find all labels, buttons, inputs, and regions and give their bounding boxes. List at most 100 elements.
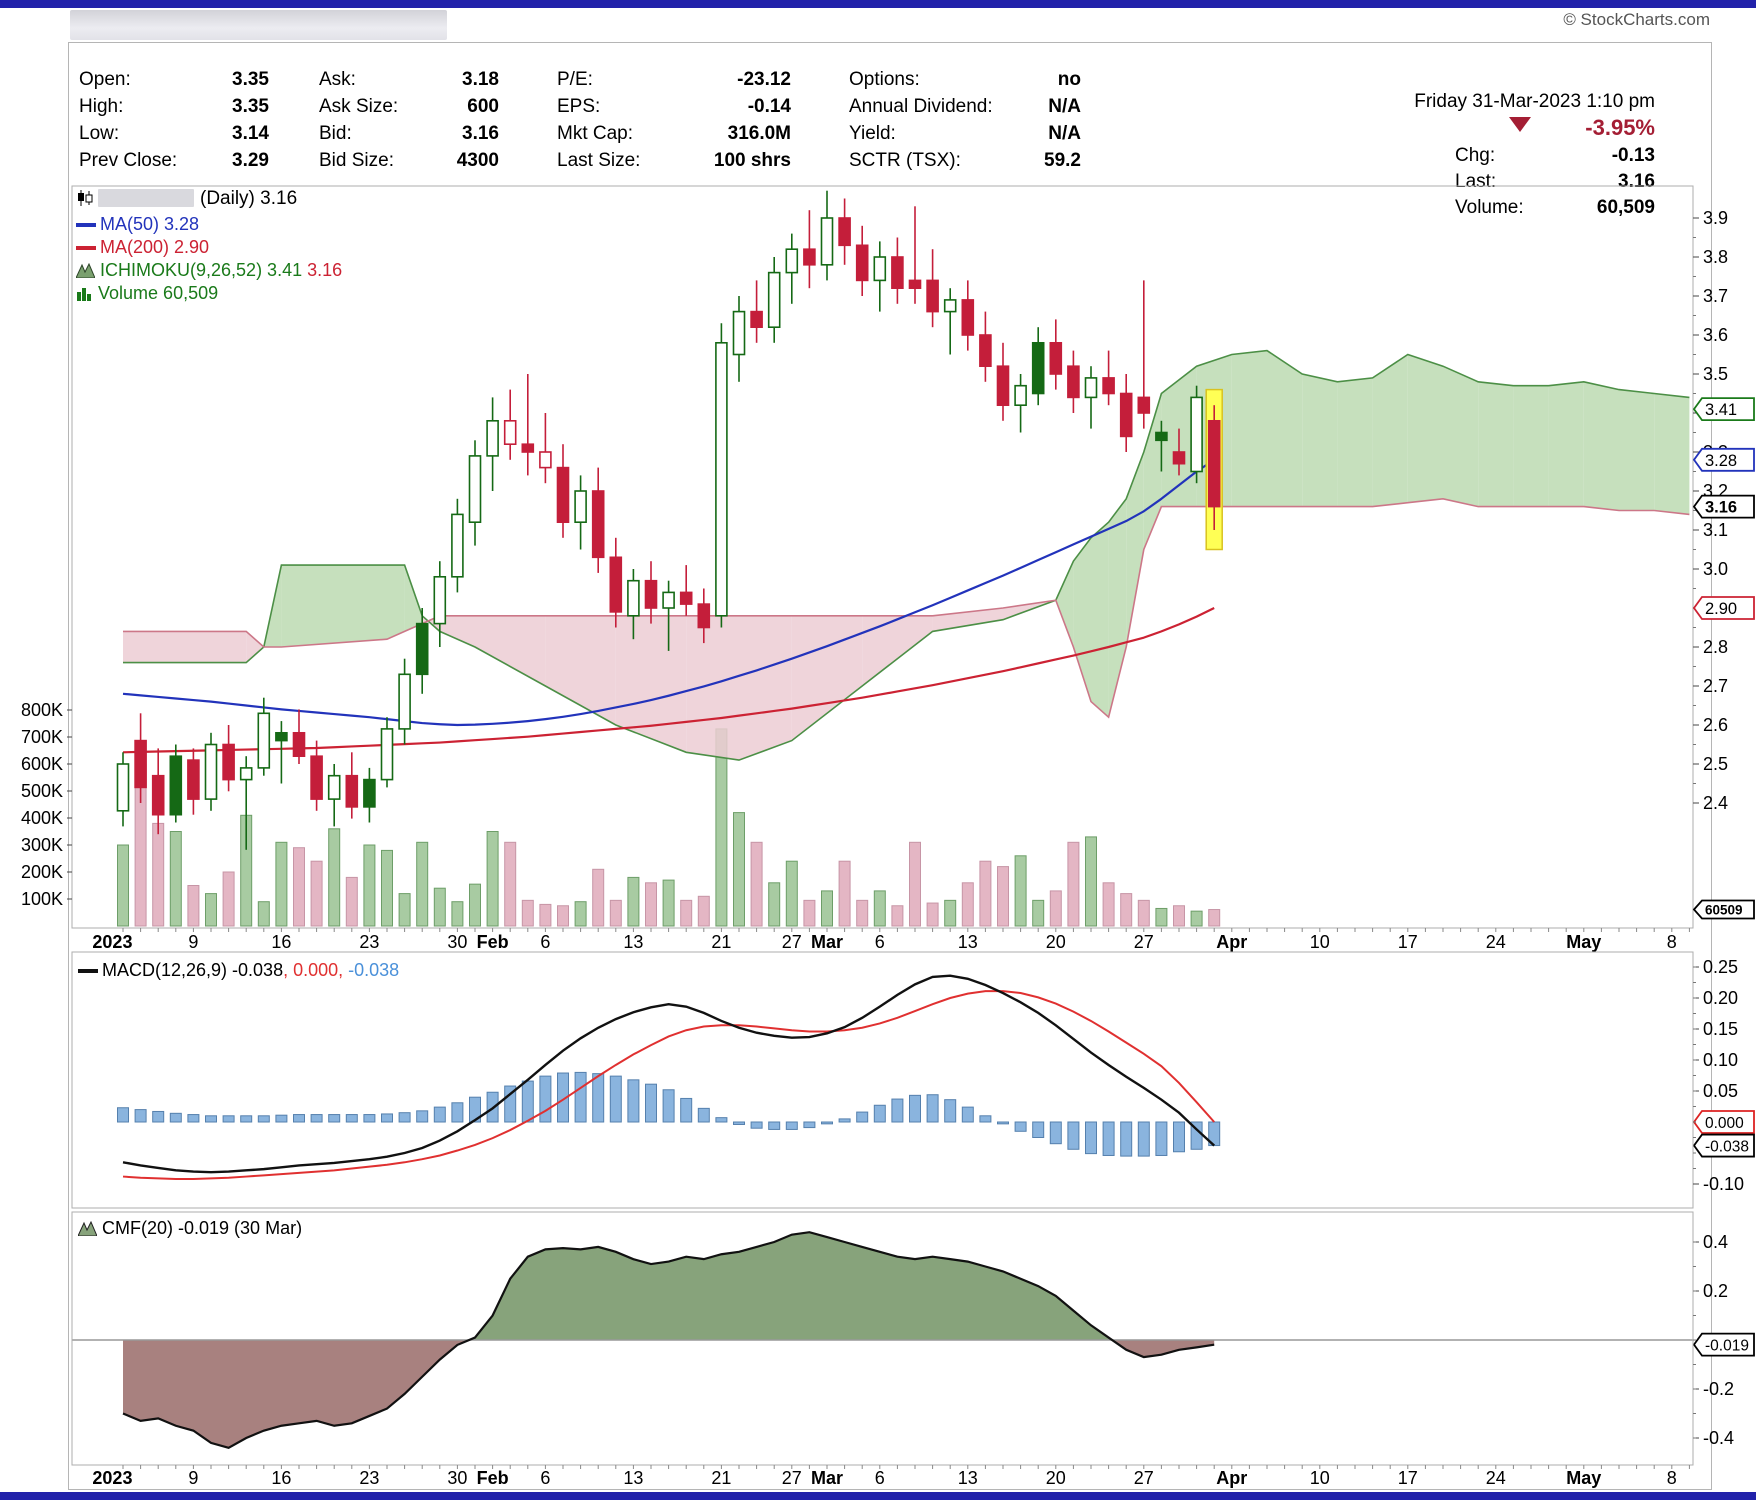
svg-text:0.05: 0.05 [1703,1081,1738,1101]
svg-text:-0.2: -0.2 [1703,1379,1734,1399]
cmf-legend: CMF(20) -0.019 (30 Mar) [78,1218,302,1239]
macd-label: MACD(12,26,9) -0.038 [102,960,283,980]
main-legend-title: (Daily) 3.16 [76,188,297,210]
svg-text:30: 30 [447,1468,467,1488]
svg-text:10: 10 [1310,932,1330,952]
svg-text:800K: 800K [21,700,63,720]
svg-text:0.2: 0.2 [1703,1281,1728,1301]
svg-text:3.7: 3.7 [1703,286,1728,306]
ma50-line-icon [76,223,96,227]
svg-text:2.6: 2.6 [1703,715,1728,735]
ma200-label: MA(200) 2.90 [100,237,209,257]
ichimoku-mountain-icon [76,263,95,278]
svg-text:May: May [1566,1468,1601,1488]
svg-text:2.7: 2.7 [1703,676,1728,696]
volume-axis: 100K 200K 300K 400K 500K 600K 700K 800K [21,700,72,909]
x-axis-main: 20239162330Feb6132127Mar6132027Apr101724… [92,928,1689,952]
redacted-ticker-inline [98,189,194,207]
svg-text:13: 13 [958,1468,978,1488]
svg-text:20: 20 [1046,1468,1066,1488]
svg-text:13: 13 [958,932,978,952]
ichimoku-label: ICHIMOKU(9,26,52) 3.41 [100,260,302,280]
svg-text:0.000: 0.000 [1705,1115,1744,1132]
svg-text:0.4: 0.4 [1703,1232,1728,1252]
svg-text:200K: 200K [21,862,63,882]
svg-text:9: 9 [188,932,198,952]
svg-text:17: 17 [1398,932,1418,952]
svg-text:27: 27 [1134,1468,1154,1488]
ma200-line-icon [76,246,96,250]
svg-text:Feb: Feb [477,932,509,952]
svg-text:0.20: 0.20 [1703,988,1738,1008]
svg-text:13: 13 [623,932,643,952]
svg-text:3.0: 3.0 [1703,559,1728,579]
svg-text:3.28: 3.28 [1705,452,1737,470]
svg-text:3.9: 3.9 [1703,208,1728,228]
svg-text:Mar: Mar [811,1468,843,1488]
bottom-blue-bar [0,1492,1756,1500]
svg-text:3.8: 3.8 [1703,247,1728,267]
macd-axis: 0.250.200.150.100.05-0.10 [1693,957,1744,1194]
macd-histogram [118,1072,1220,1156]
volume-legend-label: Volume 60,509 [98,283,218,303]
svg-text:27: 27 [782,1468,802,1488]
svg-text:700K: 700K [21,727,63,747]
svg-text:13: 13 [623,1468,643,1488]
svg-text:27: 27 [782,932,802,952]
svg-text:21: 21 [711,1468,731,1488]
svg-text:23: 23 [359,932,379,952]
svg-text:300K: 300K [21,835,63,855]
svg-text:-0.4: -0.4 [1703,1428,1734,1448]
legend-ma50: MA(50) 3.28 [76,214,199,235]
volume-bars [118,729,1220,926]
svg-text:2023: 2023 [92,1468,132,1488]
macd-hist-value: -0.038 [343,960,399,980]
svg-text:Feb: Feb [477,1468,509,1488]
svg-text:6: 6 [875,1468,885,1488]
svg-text:8: 8 [1667,932,1677,952]
svg-text:2023: 2023 [92,932,132,952]
svg-text:24: 24 [1486,1468,1506,1488]
svg-text:21: 21 [711,932,731,952]
svg-text:3.1: 3.1 [1703,520,1728,540]
stockchart-svg: 2.42.52.62.72.82.93.03.13.23.33.43.53.63… [0,0,1756,1500]
x-axis-bottom: 20239162330Feb6132127Mar6132027Apr101724… [92,1465,1689,1488]
svg-text:-0.038: -0.038 [1705,1139,1749,1156]
macd-line-icon [78,969,98,973]
svg-text:27: 27 [1134,932,1154,952]
volume-bars-icon [76,286,93,301]
price-tags: 3.413.283.162.90605090.000-0.038-0.019 [1694,398,1754,1356]
svg-text:Mar: Mar [811,932,843,952]
ichimoku-last-value: 3.16 [307,260,342,280]
svg-text:0.10: 0.10 [1703,1050,1738,1070]
svg-text:8: 8 [1667,1468,1677,1488]
svg-text:3.5: 3.5 [1703,364,1728,384]
svg-text:-0.10: -0.10 [1703,1174,1744,1194]
svg-text:400K: 400K [21,808,63,828]
svg-text:600K: 600K [21,754,63,774]
svg-text:2.8: 2.8 [1703,637,1728,657]
svg-text:0.25: 0.25 [1703,957,1738,977]
svg-text:24: 24 [1486,932,1506,952]
svg-text:6: 6 [540,932,550,952]
svg-text:Apr: Apr [1216,1468,1247,1488]
cmf-label: CMF(20) -0.019 (30 Mar) [102,1218,302,1238]
svg-text:Apr: Apr [1216,932,1247,952]
ma50-label: MA(50) 3.28 [100,214,199,234]
chart-title: (Daily) 3.16 [200,188,297,209]
svg-text:6: 6 [875,932,885,952]
candles [118,191,1220,850]
svg-text:500K: 500K [21,781,63,801]
svg-text:60509: 60509 [1705,903,1743,918]
macd-signal-value: , 0.000, [283,960,343,980]
cmf-panel [72,1212,1693,1465]
svg-text:23: 23 [359,1468,379,1488]
svg-text:20: 20 [1046,932,1066,952]
svg-text:16: 16 [271,1468,291,1488]
legend-ma200: MA(200) 2.90 [76,237,209,258]
svg-text:3.41: 3.41 [1705,401,1737,419]
svg-text:May: May [1566,932,1601,952]
legend-ichimoku: ICHIMOKU(9,26,52) 3.41 3.16 [76,260,342,281]
svg-text:100K: 100K [21,889,63,909]
svg-text:17: 17 [1398,1468,1418,1488]
